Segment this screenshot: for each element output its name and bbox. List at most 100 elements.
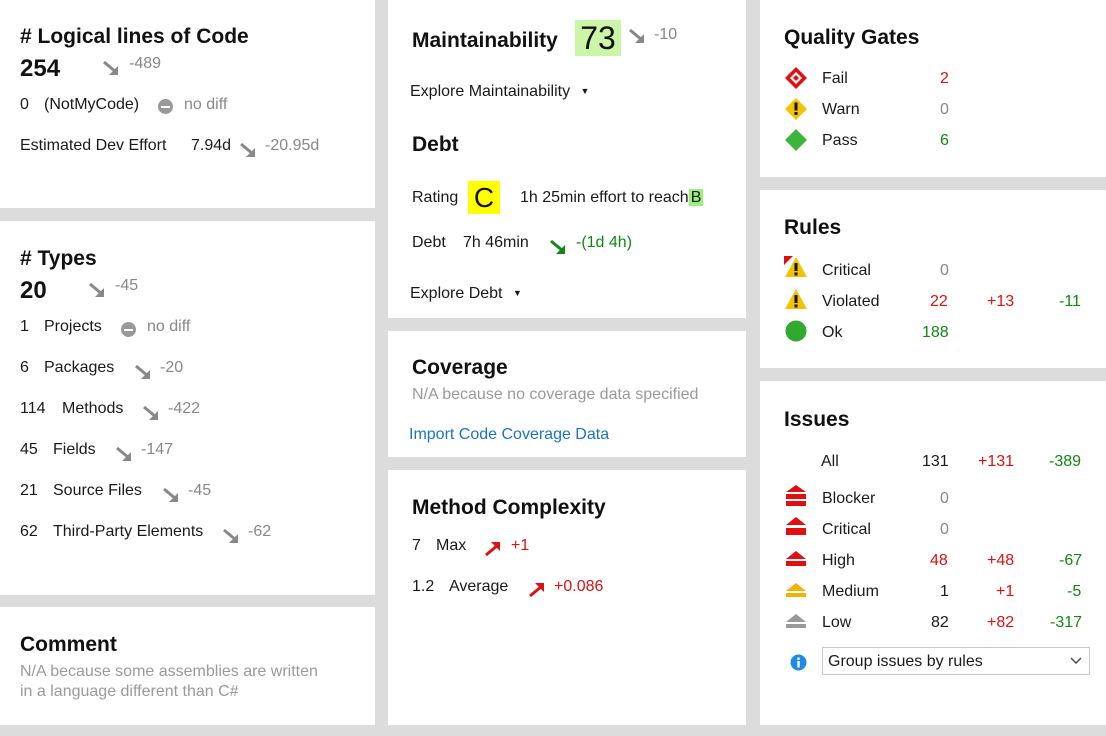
group-issues-select[interactable]: Group issues by rules (822, 647, 1090, 675)
group-issues-select-value: Group issues by rules (828, 653, 983, 670)
up-arrow-red-icon (485, 542, 500, 557)
types-row-label: Source Files (53, 482, 142, 499)
issues-all-count: 131 (922, 453, 949, 470)
critical-rule-icon (784, 256, 807, 277)
complexity-card: Method Complexity 7 Max +1 1.2 Average +… (388, 470, 746, 725)
maintainability-delta: -10 (654, 26, 678, 43)
down-arrow-icon (163, 487, 178, 502)
gate-warn-label: Warn (822, 101, 860, 118)
gate-warn-count: 0 (940, 101, 949, 118)
down-arrow-icon (143, 405, 158, 420)
types-row-diff: -45 (188, 482, 212, 499)
debt-effort-label: 1h 25min effort to reach (520, 189, 689, 206)
rules-card: Rules Critical 0 Violated 22 +13 -11 Ok … (760, 190, 1106, 368)
types-row-diff: -147 (141, 441, 174, 458)
gate-pass-label: Pass (822, 132, 858, 149)
types-row-value: 21 (20, 482, 38, 499)
down-arrow-green-icon (550, 239, 565, 254)
no-diff-icon (121, 322, 136, 338)
rule-critical-count: 0 (940, 262, 949, 279)
gate-fail-label: Fail (822, 70, 848, 87)
types-row-value: 62 (20, 523, 38, 540)
issue-low-added: +82 (987, 614, 1015, 631)
types-row-label: Packages (44, 359, 115, 376)
quality-gates-title: Quality Gates (784, 26, 920, 49)
complexity-max-label: Max (436, 537, 467, 554)
types-row-value: 114 (20, 400, 46, 417)
gate-fail-count: 2 (940, 70, 949, 87)
issue-blocker-label: Blocker (822, 490, 876, 507)
warn-icon (785, 98, 807, 120)
types-row-diff: -422 (168, 400, 201, 417)
types-row-value: 1 (20, 318, 29, 335)
comment-na-line2: in a language different than C# (20, 683, 239, 700)
issue-low-removed: -317 (1050, 614, 1083, 631)
issue-blocker-count: 0 (940, 490, 949, 507)
complexity-avg-label: Average (449, 578, 509, 595)
issues-all-added: +131 (978, 453, 1015, 470)
complexity-title: Method Complexity (412, 496, 606, 519)
issue-medium-added: +1 (996, 583, 1015, 600)
types-row-diff: -62 (248, 523, 272, 540)
types-row-value: 6 (20, 359, 29, 376)
notmycode-diff: no diff (184, 96, 228, 113)
issue-medium-count: 1 (940, 583, 949, 600)
violated-rule-icon (785, 289, 807, 309)
types-title: # Types (20, 247, 97, 270)
debt-rating-label: Rating (412, 189, 459, 206)
info-icon[interactable] (790, 654, 807, 671)
rule-violated-added: +13 (987, 293, 1015, 310)
issue-high-count: 48 (930, 552, 948, 569)
issue-low-count: 82 (931, 614, 949, 631)
rule-violated-count: 22 (930, 293, 948, 310)
explore-maintainability-label: Explore Maintainability (410, 83, 571, 100)
down-arrow-icon (240, 142, 255, 157)
types-card: # Types 20 -45 1 Projects no diff 6 Pack… (0, 221, 375, 595)
types-delta: -45 (115, 277, 139, 294)
rule-violated-label: Violated (822, 293, 880, 310)
comment-na-line1: N/A because some assemblies are written (20, 663, 318, 680)
quality-gates-card: Quality Gates Fail 2 Warn 0 Pass 6 (760, 0, 1106, 177)
down-arrow-icon (629, 28, 644, 43)
types-row-label: Projects (44, 318, 102, 335)
debt-effort-text: 1h 25min effort to reach B (520, 189, 704, 207)
maintainability-title: Maintainability (412, 29, 558, 52)
effort-label: Estimated Dev Effort (20, 137, 167, 154)
critical-icon (786, 517, 806, 535)
debt-title: Debt (412, 133, 459, 156)
import-coverage-link[interactable]: Import Code Coverage Data (409, 426, 609, 444)
down-arrow-icon (223, 528, 238, 543)
high-icon (786, 551, 806, 566)
explore-maintainability-dropdown[interactable]: Explore Maintainability ▼ (410, 83, 589, 101)
explore-debt-dropdown[interactable]: Explore Debt ▼ (410, 285, 522, 303)
loc-title: # Logical lines of Code (20, 25, 249, 48)
issue-medium-label: Medium (822, 583, 879, 600)
no-diff-icon (158, 99, 173, 115)
issue-high-label: High (822, 552, 855, 569)
issue-medium-removed: -5 (1067, 583, 1082, 600)
explore-debt-label: Explore Debt (410, 285, 503, 302)
types-row-diff: no diff (147, 318, 191, 335)
types-row-label: Methods (62, 400, 124, 417)
gate-pass-count: 6 (940, 132, 949, 149)
notmycode-value: 0 (20, 96, 29, 113)
debt-value: 7h 46min (463, 234, 529, 251)
effort-delta: -20.95d (265, 137, 320, 154)
complexity-avg-value: 1.2 (412, 578, 435, 595)
issue-critical-label: Critical (822, 521, 871, 538)
rule-critical-label: Critical (822, 262, 871, 279)
issues-all-removed: -389 (1049, 453, 1082, 470)
issue-high-added: +48 (987, 552, 1015, 569)
loc-value: 254 (20, 55, 61, 82)
issue-critical-count: 0 (940, 521, 949, 538)
types-row-diff: -20 (160, 359, 184, 376)
down-arrow-icon (89, 282, 104, 297)
types-row-label: Fields (53, 441, 96, 458)
caret-down-icon: ▼ (580, 86, 590, 96)
coverage-card: Coverage N/A because no coverage data sp… (388, 331, 746, 457)
debt-rating-badge: C (468, 181, 500, 214)
loc-card: # Logical lines of Code 254 -489 0 (NotM… (0, 0, 375, 208)
rule-ok-label: Ok (822, 324, 843, 341)
up-arrow-red-icon (529, 583, 544, 598)
issue-high-removed: -67 (1059, 552, 1083, 569)
